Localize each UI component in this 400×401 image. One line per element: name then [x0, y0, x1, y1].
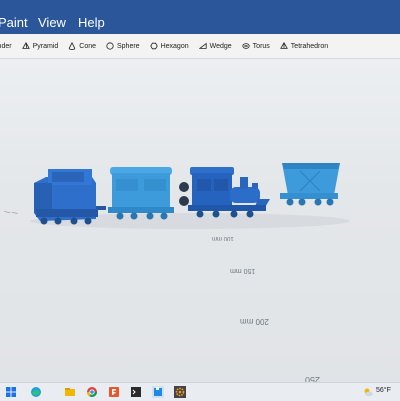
- tool-cylinder[interactable]: inder: [0, 34, 12, 58]
- tool-pyramid[interactable]: Pyramid: [21, 34, 59, 58]
- menu-paint[interactable]: Paint: [0, 15, 28, 31]
- temperature-text: 56°F: [376, 387, 391, 394]
- tool-torus-label: Torus: [252, 42, 270, 50]
- settings-icon[interactable]: [174, 386, 186, 398]
- sphere-icon: [106, 42, 114, 50]
- wedge-icon: [198, 42, 207, 49]
- tool-hexagon[interactable]: Hexagon: [149, 34, 189, 58]
- chrome-icon[interactable]: [86, 386, 98, 398]
- windows-start-icon[interactable]: [5, 386, 17, 398]
- train-models: [30, 163, 350, 229]
- menu-bar: Paint View Help: [0, 0, 400, 34]
- passenger-car-model[interactable]: [108, 167, 174, 220]
- tool-sphere-label: Sphere: [117, 42, 140, 50]
- tool-pyramid-label: Pyramid: [32, 42, 59, 50]
- edge-icon[interactable]: [30, 386, 42, 398]
- shape-toolbar: inder Pyramid Cone Sphere Hexagon Wedge …: [0, 34, 400, 59]
- tool-cylinder-label: inder: [0, 42, 12, 50]
- tetrahedron-icon: [279, 42, 288, 49]
- tool-tetrahedron-label: Tetrahedron: [290, 42, 329, 50]
- menu-view[interactable]: View: [38, 15, 66, 31]
- windows-taskbar: 56°F: [0, 382, 400, 401]
- 3d-viewport[interactable]: — — 100 mm 150 mm 200 mm 250: [0, 59, 400, 382]
- tool-wedge-label: Wedge: [209, 42, 232, 50]
- torus-icon: [242, 43, 250, 49]
- file-explorer-icon[interactable]: [64, 386, 76, 398]
- cube-app-icon[interactable]: [152, 386, 164, 398]
- hexagon-icon: [149, 42, 158, 50]
- menu-help[interactable]: Help: [78, 15, 105, 31]
- weather-icon[interactable]: [362, 386, 374, 398]
- app-icon[interactable]: [108, 386, 120, 398]
- tool-cone[interactable]: Cone: [68, 34, 96, 58]
- tool-hexagon-label: Hexagon: [160, 42, 189, 50]
- tool-wedge[interactable]: Wedge: [198, 34, 232, 58]
- locomotive-cab-model[interactable]: [34, 169, 106, 225]
- cone-icon: [69, 42, 76, 50]
- tool-tetrahedron[interactable]: Tetrahedron: [279, 34, 329, 58]
- tool-sphere[interactable]: Sphere: [106, 34, 140, 58]
- terminal-icon[interactable]: [130, 386, 142, 398]
- steam-locomotive-model[interactable]: [179, 167, 270, 218]
- hopper-car-model[interactable]: [280, 163, 340, 206]
- tool-torus[interactable]: Torus: [242, 34, 270, 58]
- pyramid-icon: [21, 42, 30, 49]
- tool-cone-label: Cone: [79, 42, 96, 50]
